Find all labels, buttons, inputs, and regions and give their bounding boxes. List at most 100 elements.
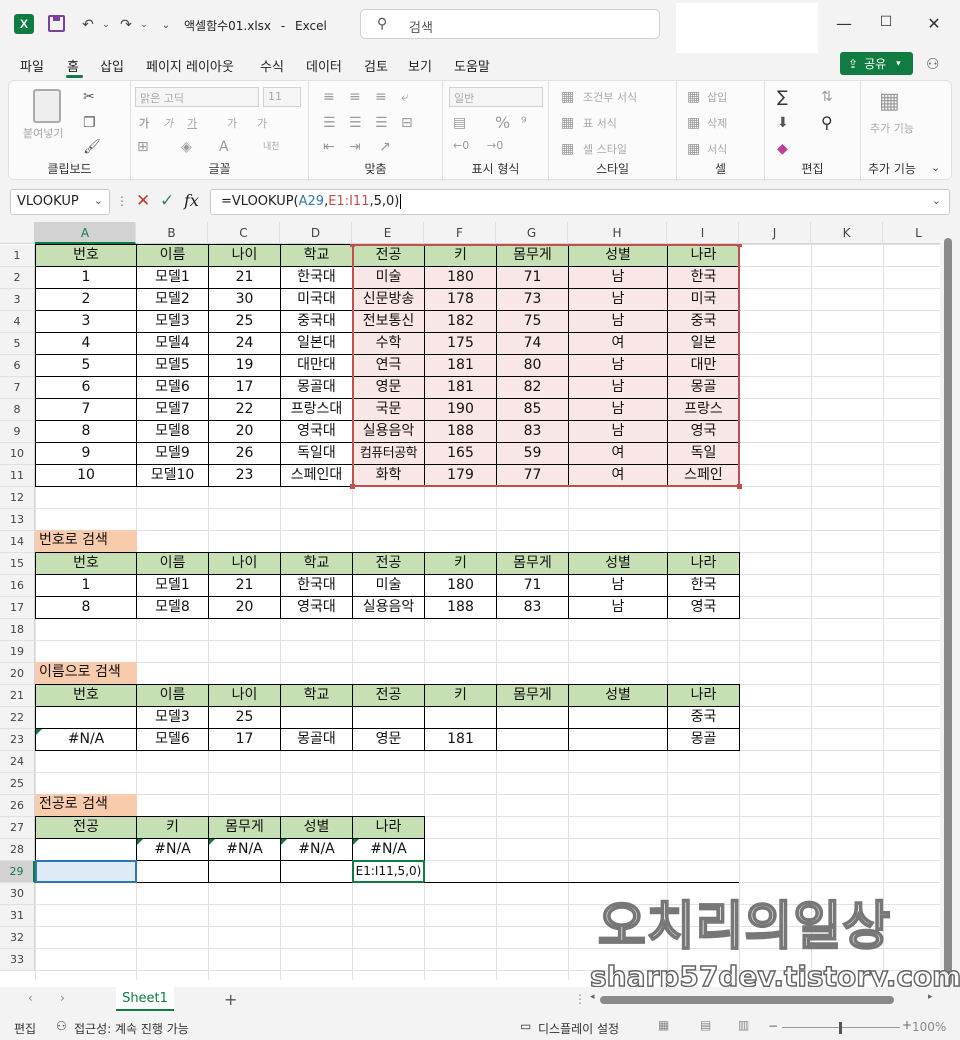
- data-cell[interactable]: 남: [568, 596, 668, 619]
- row-header-11[interactable]: 11: [0, 465, 35, 487]
- data-cell[interactable]: 모델9: [136, 442, 209, 465]
- data-cell[interactable]: [496, 706, 569, 729]
- page-break-view-icon[interactable]: ▥: [738, 1018, 749, 1032]
- data-cell[interactable]: [136, 860, 209, 883]
- fill-color-icon[interactable]: ◈: [181, 139, 192, 155]
- data-cell[interactable]: 남: [568, 288, 668, 311]
- row-header-5[interactable]: 5: [0, 333, 35, 355]
- data-cell[interactable]: 178: [424, 288, 497, 311]
- data-cell[interactable]: 21: [208, 574, 281, 597]
- row-header-19[interactable]: 19: [0, 641, 35, 663]
- data-cell[interactable]: 일본대: [280, 332, 353, 355]
- column-header-I[interactable]: I: [667, 222, 739, 244]
- font-name-select[interactable]: 맑은 고딕: [135, 87, 259, 107]
- column-header-E[interactable]: E: [352, 222, 424, 244]
- data-cell[interactable]: 165: [424, 442, 497, 465]
- next-sheet-icon[interactable]: ›: [60, 991, 65, 1005]
- row-header-6[interactable]: 6: [0, 355, 35, 377]
- undo-icon[interactable]: ↶: [78, 15, 98, 35]
- close-icon[interactable]: ✕: [924, 14, 944, 34]
- data-cell[interactable]: [424, 706, 497, 729]
- column-header-C[interactable]: C: [208, 222, 280, 244]
- tab-insert[interactable]: 삽입: [100, 56, 124, 75]
- data-cell[interactable]: [35, 706, 137, 729]
- data-cell[interactable]: 수학: [352, 332, 425, 355]
- name-box[interactable]: VLOOKUP ⌄: [10, 189, 110, 215]
- header-cell[interactable]: 성별: [568, 552, 668, 575]
- row-header-25[interactable]: 25: [0, 773, 35, 795]
- header-cell[interactable]: 전공: [352, 552, 425, 575]
- data-cell[interactable]: 전보통신: [352, 310, 425, 333]
- sort-filter-icon[interactable]: ⇅: [821, 89, 833, 105]
- formula-ref-highlight[interactable]: [35, 860, 137, 883]
- header-cell[interactable]: 전공: [352, 244, 425, 267]
- data-cell[interactable]: [496, 728, 569, 751]
- data-cell[interactable]: 2: [35, 288, 137, 311]
- data-cell[interactable]: 모델5: [136, 354, 209, 377]
- grow-font-button[interactable]: 가: [227, 115, 237, 131]
- data-cell[interactable]: 모델7: [136, 398, 209, 421]
- data-cell[interactable]: 83: [496, 596, 569, 619]
- header-cell[interactable]: 몸무게: [496, 684, 569, 707]
- header-cell[interactable]: 키: [424, 552, 497, 575]
- data-cell[interactable]: 181: [424, 728, 497, 751]
- conditional-format-button[interactable]: 조건부 서식: [583, 89, 637, 105]
- data-cell[interactable]: 모델6: [136, 728, 209, 751]
- minimize-icon[interactable]: —: [834, 14, 854, 34]
- phonetic-button[interactable]: 내천: [263, 139, 280, 152]
- add-sheet-icon[interactable]: +: [224, 990, 237, 1009]
- display-settings-button[interactable]: 디스플레이 설정: [538, 1020, 619, 1037]
- data-cell[interactable]: 22: [208, 398, 281, 421]
- worksheet-grid[interactable]: 번호 이름 나이 학교 전공 키 몸무게 성별 나라 1 모델1 21 한국대 미술 180 71 남 한국 2 모델…: [0, 222, 940, 987]
- row-header-3[interactable]: 3: [0, 289, 35, 311]
- header-cell[interactable]: 몸무게: [496, 552, 569, 575]
- data-cell[interactable]: 영문: [352, 376, 425, 399]
- header-cell[interactable]: 전공: [352, 684, 425, 707]
- data-cell[interactable]: 75: [496, 310, 569, 333]
- data-cell[interactable]: 모델1: [136, 574, 209, 597]
- scroll-left-icon[interactable]: ◂: [590, 992, 595, 1002]
- data-cell[interactable]: 몽골대: [280, 376, 353, 399]
- data-cell[interactable]: 독일: [667, 442, 740, 465]
- data-cell[interactable]: 대만: [667, 354, 740, 377]
- data-cell[interactable]: #N/A: [280, 838, 353, 861]
- data-cell[interactable]: 스페인: [667, 464, 740, 487]
- data-cell[interactable]: 71: [496, 574, 569, 597]
- data-cell[interactable]: [568, 728, 668, 751]
- row-header-20[interactable]: 20: [0, 663, 35, 685]
- header-cell[interactable]: 성별: [568, 244, 668, 267]
- data-cell[interactable]: 남: [568, 420, 668, 443]
- data-cell[interactable]: [208, 860, 281, 883]
- data-cell[interactable]: 여: [568, 464, 668, 487]
- italic-button[interactable]: 가: [163, 115, 173, 131]
- data-cell[interactable]: 남: [568, 376, 668, 399]
- sheet-tab-sheet1[interactable]: Sheet1: [116, 987, 174, 1011]
- data-cell[interactable]: 스페인대: [280, 464, 353, 487]
- maximize-icon[interactable]: ☐: [876, 14, 896, 34]
- data-cell[interactable]: 모델8: [136, 420, 209, 443]
- data-cell[interactable]: [280, 860, 353, 883]
- shrink-font-button[interactable]: 가: [257, 115, 267, 131]
- header-cell[interactable]: 나이: [208, 684, 281, 707]
- comments-person-icon[interactable]: ⚇: [926, 55, 939, 73]
- column-header-J[interactable]: J: [739, 222, 811, 244]
- data-cell[interactable]: 1: [35, 574, 137, 597]
- header-cell[interactable]: 학교: [280, 684, 353, 707]
- data-cell[interactable]: #N/A: [352, 838, 425, 861]
- column-header-L[interactable]: L: [883, 222, 940, 244]
- row-header-13[interactable]: 13: [0, 509, 35, 531]
- data-cell[interactable]: 모델2: [136, 288, 209, 311]
- data-cell[interactable]: 17: [208, 376, 281, 399]
- row-header-21[interactable]: 21: [0, 685, 35, 707]
- account-area[interactable]: [676, 3, 818, 53]
- data-cell[interactable]: 85: [496, 398, 569, 421]
- data-cell[interactable]: 프랑스: [667, 398, 740, 421]
- row-header-2[interactable]: 2: [0, 267, 35, 289]
- data-cell[interactable]: 181: [424, 376, 497, 399]
- redo-dropdown-icon[interactable]: ⌄: [134, 15, 154, 35]
- data-cell[interactable]: 179: [424, 464, 497, 487]
- number-format-select[interactable]: 일반: [449, 87, 543, 107]
- row-header-18[interactable]: 18: [0, 619, 35, 641]
- merge-center-icon[interactable]: ⊟: [401, 115, 413, 131]
- data-cell[interactable]: 7: [35, 398, 137, 421]
